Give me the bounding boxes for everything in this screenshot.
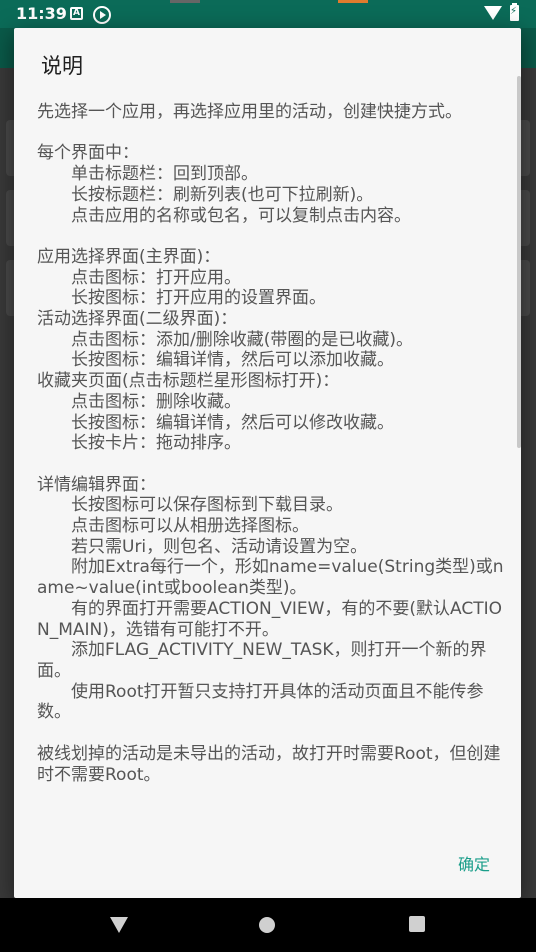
back-icon[interactable] [110, 917, 128, 933]
dialog-scrollbar[interactable] [517, 76, 521, 448]
confirm-button[interactable]: 确定 [444, 851, 504, 879]
home-icon[interactable] [259, 917, 275, 933]
status-indicator [170, 0, 200, 3]
dialog-title: 说明 [41, 54, 83, 78]
status-indicator [338, 0, 368, 3]
status-bar: 11:39 A [0, 0, 536, 28]
instructions-dialog: 说明 先选择一个应用，再选择应用里的活动，创建快捷方式。 每个界面中： 单击标题… [14, 28, 521, 898]
battery-charging-icon [510, 3, 519, 21]
dialog-message: 先选择一个应用，再选择应用里的活动，创建快捷方式。 每个界面中： 单击标题栏：回… [37, 102, 504, 785]
play-icon [93, 6, 111, 24]
recents-icon[interactable] [409, 916, 425, 932]
wifi-icon [484, 6, 502, 20]
a-notification-icon: A [70, 7, 83, 20]
status-time: 11:39 [16, 4, 67, 23]
navigation-bar [0, 898, 536, 952]
